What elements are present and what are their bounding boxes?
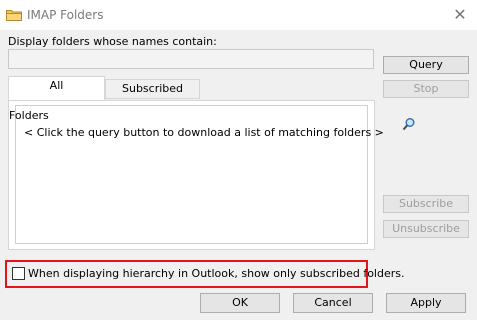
cancel-button[interactable]: Cancel bbox=[293, 293, 373, 313]
tab-panel bbox=[8, 100, 375, 250]
apply-button[interactable]: Apply bbox=[386, 293, 466, 313]
empty-list-hint: < Click the query button to download a l… bbox=[24, 126, 384, 139]
unsubscribe-button[interactable]: Unsubscribe bbox=[383, 220, 469, 238]
show-subscribed-only-label[interactable]: When displaying hierarchy in Outlook, sh… bbox=[28, 267, 404, 280]
folder-name-search-input[interactable] bbox=[8, 49, 374, 69]
close-icon[interactable]: ✕ bbox=[451, 6, 469, 24]
folders-column-header: Folders bbox=[9, 109, 49, 122]
tab-subscribed[interactable]: Subscribed bbox=[105, 79, 200, 99]
stop-button[interactable]: Stop bbox=[383, 80, 469, 98]
show-subscribed-only-checkbox[interactable] bbox=[12, 267, 25, 280]
subscribe-button[interactable]: Subscribe bbox=[383, 195, 469, 213]
ok-button[interactable]: OK bbox=[200, 293, 280, 313]
query-button[interactable]: Query bbox=[383, 56, 469, 74]
window-title: IMAP Folders bbox=[27, 8, 104, 22]
title-bar: IMAP Folders ✕ bbox=[0, 0, 477, 30]
imap-folders-dialog: IMAP Folders ✕ Display folders whose nam… bbox=[0, 0, 477, 320]
search-label: Display folders whose names contain: bbox=[8, 35, 217, 48]
magnifier-icon bbox=[402, 117, 416, 131]
folder-icon bbox=[6, 9, 22, 21]
tab-all[interactable]: All bbox=[8, 76, 105, 100]
